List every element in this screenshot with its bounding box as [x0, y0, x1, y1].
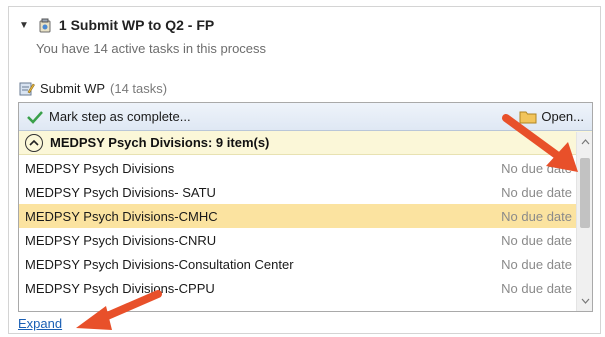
task-name: MEDPSY Psych Divisions: [25, 160, 175, 176]
process-panel: ▼ 1 Submit WP to Q2 - FP You have 14 act…: [8, 6, 601, 334]
step-title: Submit WP: [40, 80, 106, 96]
task-list-box: Mark step as complete... Open... MEDPSY …: [18, 102, 593, 312]
group-header[interactable]: MEDPSY Psych Divisions: 9 item(s): [19, 131, 592, 155]
task-name: MEDPSY Psych Divisions-Consultation Cent…: [25, 256, 294, 272]
form-edit-icon: [19, 82, 35, 96]
checkmark-icon: [27, 110, 43, 124]
scroll-up-icon[interactable]: [577, 134, 592, 150]
list-item-selected[interactable]: MEDPSY Psych Divisions-CMHC No due date: [19, 204, 578, 228]
task-due: No due date: [501, 208, 572, 224]
process-subtitle: You have 14 active tasks in this process: [36, 41, 267, 56]
task-name: MEDPSY Psych Divisions- SATU: [25, 184, 216, 200]
open-label: Open...: [541, 109, 584, 124]
vertical-scrollbar[interactable]: [576, 132, 592, 311]
group-label: MEDPSY Psych Divisions: 9 item(s): [50, 135, 270, 150]
step-task-count: (14 tasks): [110, 80, 168, 96]
task-due: No due date: [501, 232, 572, 248]
task-due: No due date: [501, 280, 572, 296]
list-item[interactable]: MEDPSY Psych Divisions-CPPU No due date: [19, 276, 578, 300]
workflow-icon: [39, 18, 51, 33]
task-name: MEDPSY Psych Divisions-CNRU: [25, 232, 217, 248]
collapse-group-icon[interactable]: [25, 133, 43, 152]
open-button[interactable]: Open...: [519, 109, 584, 124]
list-item[interactable]: MEDPSY Psych Divisions- SATU No due date: [19, 180, 578, 204]
task-toolbar: Mark step as complete... Open...: [19, 103, 592, 131]
task-due: No due date: [501, 160, 572, 176]
task-list: MEDPSY Psych Divisions No due date MEDPS…: [19, 156, 578, 300]
scrollbar-thumb[interactable]: [580, 158, 590, 228]
step-header: Submit WP (14 tasks): [19, 80, 167, 96]
task-due: No due date: [501, 256, 572, 272]
folder-icon: [519, 111, 537, 123]
list-item[interactable]: MEDPSY Psych Divisions-CNRU No due date: [19, 228, 578, 252]
scroll-down-icon[interactable]: [577, 293, 592, 309]
list-item[interactable]: MEDPSY Psych Divisions No due date: [19, 156, 578, 180]
collapse-caret-icon[interactable]: ▼: [19, 20, 29, 31]
mark-complete-button[interactable]: Mark step as complete...: [27, 109, 191, 124]
expand-link[interactable]: Expand: [18, 316, 62, 331]
process-title: 1 Submit WP to Q2 - FP: [58, 17, 215, 33]
task-name: MEDPSY Psych Divisions-CMHC: [25, 208, 218, 224]
task-name: MEDPSY Psych Divisions-CPPU: [25, 280, 215, 296]
list-item[interactable]: MEDPSY Psych Divisions-Consultation Cent…: [19, 252, 578, 276]
process-header[interactable]: ▼ 1 Submit WP to Q2 - FP: [19, 17, 214, 33]
mark-complete-label: Mark step as complete...: [49, 109, 191, 124]
task-due: No due date: [501, 184, 572, 200]
